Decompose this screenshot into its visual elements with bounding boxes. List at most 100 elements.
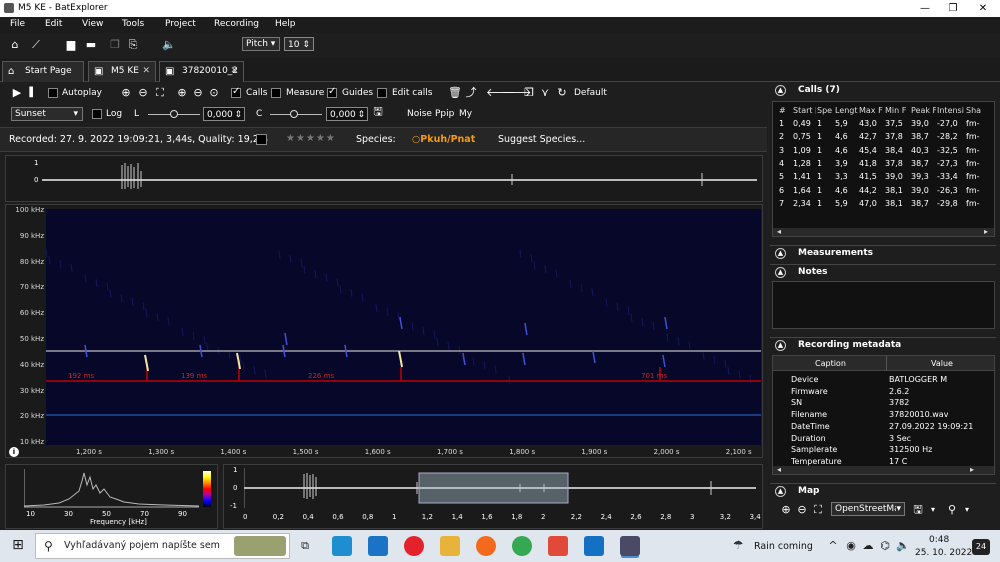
calls-column-header[interactable]: Max F bbox=[859, 106, 884, 115]
mail-icon[interactable] bbox=[368, 536, 388, 556]
delete-icon[interactable]: 🗑 bbox=[448, 86, 462, 100]
info-icon[interactable]: i bbox=[9, 447, 19, 457]
l-value-field[interactable]: 0,000 ⇕ bbox=[203, 107, 245, 121]
horizontal-scrollbar[interactable] bbox=[773, 228, 994, 236]
network-icon[interactable]: ⌬ bbox=[879, 539, 891, 553]
l-slider-knob[interactable] bbox=[170, 110, 178, 118]
weather-icon[interactable]: ☂ bbox=[730, 538, 746, 552]
table-row[interactable]: 1 0,49 1 5,9 43,0 37,5 39,0 -27,0 fm- bbox=[773, 119, 994, 132]
chart-icon[interactable]: ⟋ bbox=[28, 38, 44, 52]
table-row[interactable]: DateTime 27.09.2022 19:09:21 bbox=[773, 422, 994, 433]
calls-column-header[interactable]: Spe bbox=[817, 106, 834, 115]
horizontal-scrollbar[interactable] bbox=[773, 466, 994, 474]
c-slider-knob[interactable] bbox=[290, 110, 298, 118]
menu-view[interactable]: View bbox=[82, 19, 103, 29]
batexplorer-icon[interactable] bbox=[620, 536, 640, 556]
file-explorer-icon[interactable] bbox=[440, 536, 460, 556]
selection-window[interactable] bbox=[418, 472, 569, 504]
close-tab-icon[interactable]: ✕ bbox=[230, 62, 238, 81]
palette-dropdown[interactable]: Sunset ▾ bbox=[11, 107, 83, 121]
maximize-button[interactable]: ❐ bbox=[938, 1, 968, 16]
chevron-up-icon[interactable]: ^ bbox=[828, 539, 838, 553]
pitch-value[interactable]: 10 ⇕ bbox=[284, 37, 314, 51]
table-row[interactable]: Filename 37820010.wav bbox=[773, 410, 994, 421]
notes-textarea[interactable] bbox=[772, 281, 995, 329]
collapse-icon[interactable]: ▲ bbox=[775, 267, 786, 278]
table-row[interactable]: Device BATLOGGER M bbox=[773, 375, 994, 386]
copy-icon[interactable]: ❐ bbox=[523, 86, 535, 100]
cloud-icon[interactable]: ☁ bbox=[862, 539, 874, 553]
metadata-column-header[interactable]: Value bbox=[931, 359, 953, 368]
play-icon[interactable]: ▶ bbox=[12, 86, 22, 100]
firefox-icon[interactable] bbox=[476, 536, 496, 556]
tab-recording[interactable]: ▣ 37820010_2 ✕ bbox=[159, 61, 244, 82]
filter-icon[interactable]: ⋎ bbox=[539, 86, 551, 100]
tab-start-page[interactable]: ⌂ Start Page bbox=[2, 61, 84, 82]
calls-checkbox[interactable] bbox=[231, 86, 241, 98]
arrow-left-icon[interactable]: 🡐 bbox=[486, 86, 516, 100]
zoom-reset-icon[interactable]: ⊙ bbox=[208, 86, 220, 100]
rating-stars[interactable]: ★★★★★ bbox=[286, 133, 336, 144]
scroll-right-icon[interactable]: ▸ bbox=[984, 227, 988, 236]
security-icon[interactable]: ◉ bbox=[845, 539, 857, 553]
scroll-left-icon[interactable]: ◂ bbox=[777, 227, 781, 236]
export-icon[interactable]: ⎘ bbox=[126, 38, 140, 52]
export-icon[interactable]: ⤴ bbox=[464, 86, 478, 100]
tab-project[interactable]: ▣ M5 KE ✕ bbox=[88, 61, 156, 82]
table-row[interactable]: 2 0,75 1 4,6 42,7 37,8 38,7 -28,2 fm- bbox=[773, 132, 994, 145]
stop-icon[interactable]: ▌ bbox=[28, 86, 38, 100]
table-row[interactable]: 6 1,64 1 4,6 44,2 38,1 39,0 -26,3 fm- bbox=[773, 186, 994, 199]
zoom-in-icon[interactable]: ⊕ bbox=[120, 86, 132, 100]
zoom-out-freq-icon[interactable]: ⊖ bbox=[192, 86, 204, 100]
app-red-icon[interactable] bbox=[548, 536, 568, 556]
autoplay-checkbox[interactable] bbox=[48, 88, 58, 98]
ppip-button[interactable]: Ppip bbox=[435, 109, 454, 119]
calls-table[interactable]: # Start [Spe Lengt Max F Min F Peak F Intensi S… bbox=[772, 101, 995, 237]
zoom-fit-icon[interactable]: ⛶ bbox=[154, 86, 166, 100]
map-provider-dropdown[interactable]: OpenStreetMa ▾ bbox=[831, 502, 905, 516]
table-row[interactable]: SN 3782 bbox=[773, 398, 994, 409]
collapse-icon[interactable]: ▲ bbox=[775, 486, 786, 497]
default-label[interactable]: Default bbox=[574, 88, 607, 98]
edit-calls-checkbox[interactable] bbox=[377, 88, 387, 98]
my-button[interactable]: My bbox=[459, 109, 472, 119]
notes-section-header[interactable]: ▲ Notes bbox=[770, 264, 996, 279]
windows-start-icon[interactable]: ⊞ bbox=[10, 538, 26, 552]
menu-recording[interactable]: Recording bbox=[214, 19, 259, 29]
metadata-column-header[interactable]: Caption bbox=[815, 359, 846, 368]
speaker-icon[interactable]: 🔈 bbox=[896, 539, 910, 553]
zoom-out-icon[interactable]: ⊖ bbox=[796, 503, 808, 517]
table-row[interactable]: Firmware 2.6.2 bbox=[773, 387, 994, 398]
c-value-field[interactable]: 0,000 ⇕ bbox=[326, 107, 368, 121]
calls-section-header[interactable]: ▲ Calls (7) bbox=[770, 83, 996, 98]
close-button[interactable]: ✕ bbox=[968, 1, 998, 16]
log-checkbox[interactable] bbox=[92, 109, 102, 119]
task-view-icon[interactable]: ⧉ bbox=[298, 539, 312, 553]
zoom-in-icon[interactable]: ⊕ bbox=[780, 503, 792, 517]
minimize-button[interactable]: — bbox=[910, 1, 940, 16]
menu-project[interactable]: Project bbox=[165, 19, 196, 29]
menu-edit[interactable]: Edit bbox=[45, 19, 62, 29]
zoom-in-freq-icon[interactable]: ⊕ bbox=[176, 86, 188, 100]
dropdown-arrow-icon[interactable]: ▾ bbox=[962, 503, 972, 517]
calls-column-header[interactable]: Peak F bbox=[911, 106, 936, 115]
calls-column-header[interactable]: Lengt bbox=[835, 106, 858, 115]
clock-date[interactable]: 25. 10. 2022 bbox=[915, 548, 972, 558]
collapse-icon[interactable]: ▲ bbox=[775, 248, 786, 259]
guides-checkbox[interactable] bbox=[327, 86, 337, 98]
opera-icon[interactable] bbox=[404, 536, 424, 556]
edge-icon[interactable] bbox=[332, 536, 352, 556]
metadata-table[interactable]: Caption Value Device BATLOGGER M Firmware 2.6… bbox=[772, 355, 995, 475]
refresh-icon[interactable]: ↻ bbox=[556, 86, 568, 100]
calls-column-header[interactable]: # bbox=[779, 106, 792, 115]
arrow-right-icon[interactable]: 🡒 bbox=[502, 86, 532, 100]
zoom-fit-icon[interactable]: ⛶ bbox=[812, 503, 824, 517]
table-row[interactable]: 5 1,41 1 3,3 41,5 39,0 39,3 -33,4 fm- bbox=[773, 172, 994, 185]
pitch-dropdown[interactable]: Pitch ▾ bbox=[242, 37, 280, 51]
measurements-section-header[interactable]: ▲ Measurements bbox=[770, 245, 996, 260]
calls-column-header[interactable]: Sha bbox=[966, 106, 994, 115]
location-pin-icon[interactable]: ⚲ bbox=[946, 503, 958, 517]
media-player-icon[interactable] bbox=[584, 536, 604, 556]
table-row[interactable]: 7 2,34 1 5,9 47,0 38,1 38,7 -29,8 fm- bbox=[773, 199, 994, 212]
menu-tools[interactable]: Tools bbox=[122, 19, 144, 29]
